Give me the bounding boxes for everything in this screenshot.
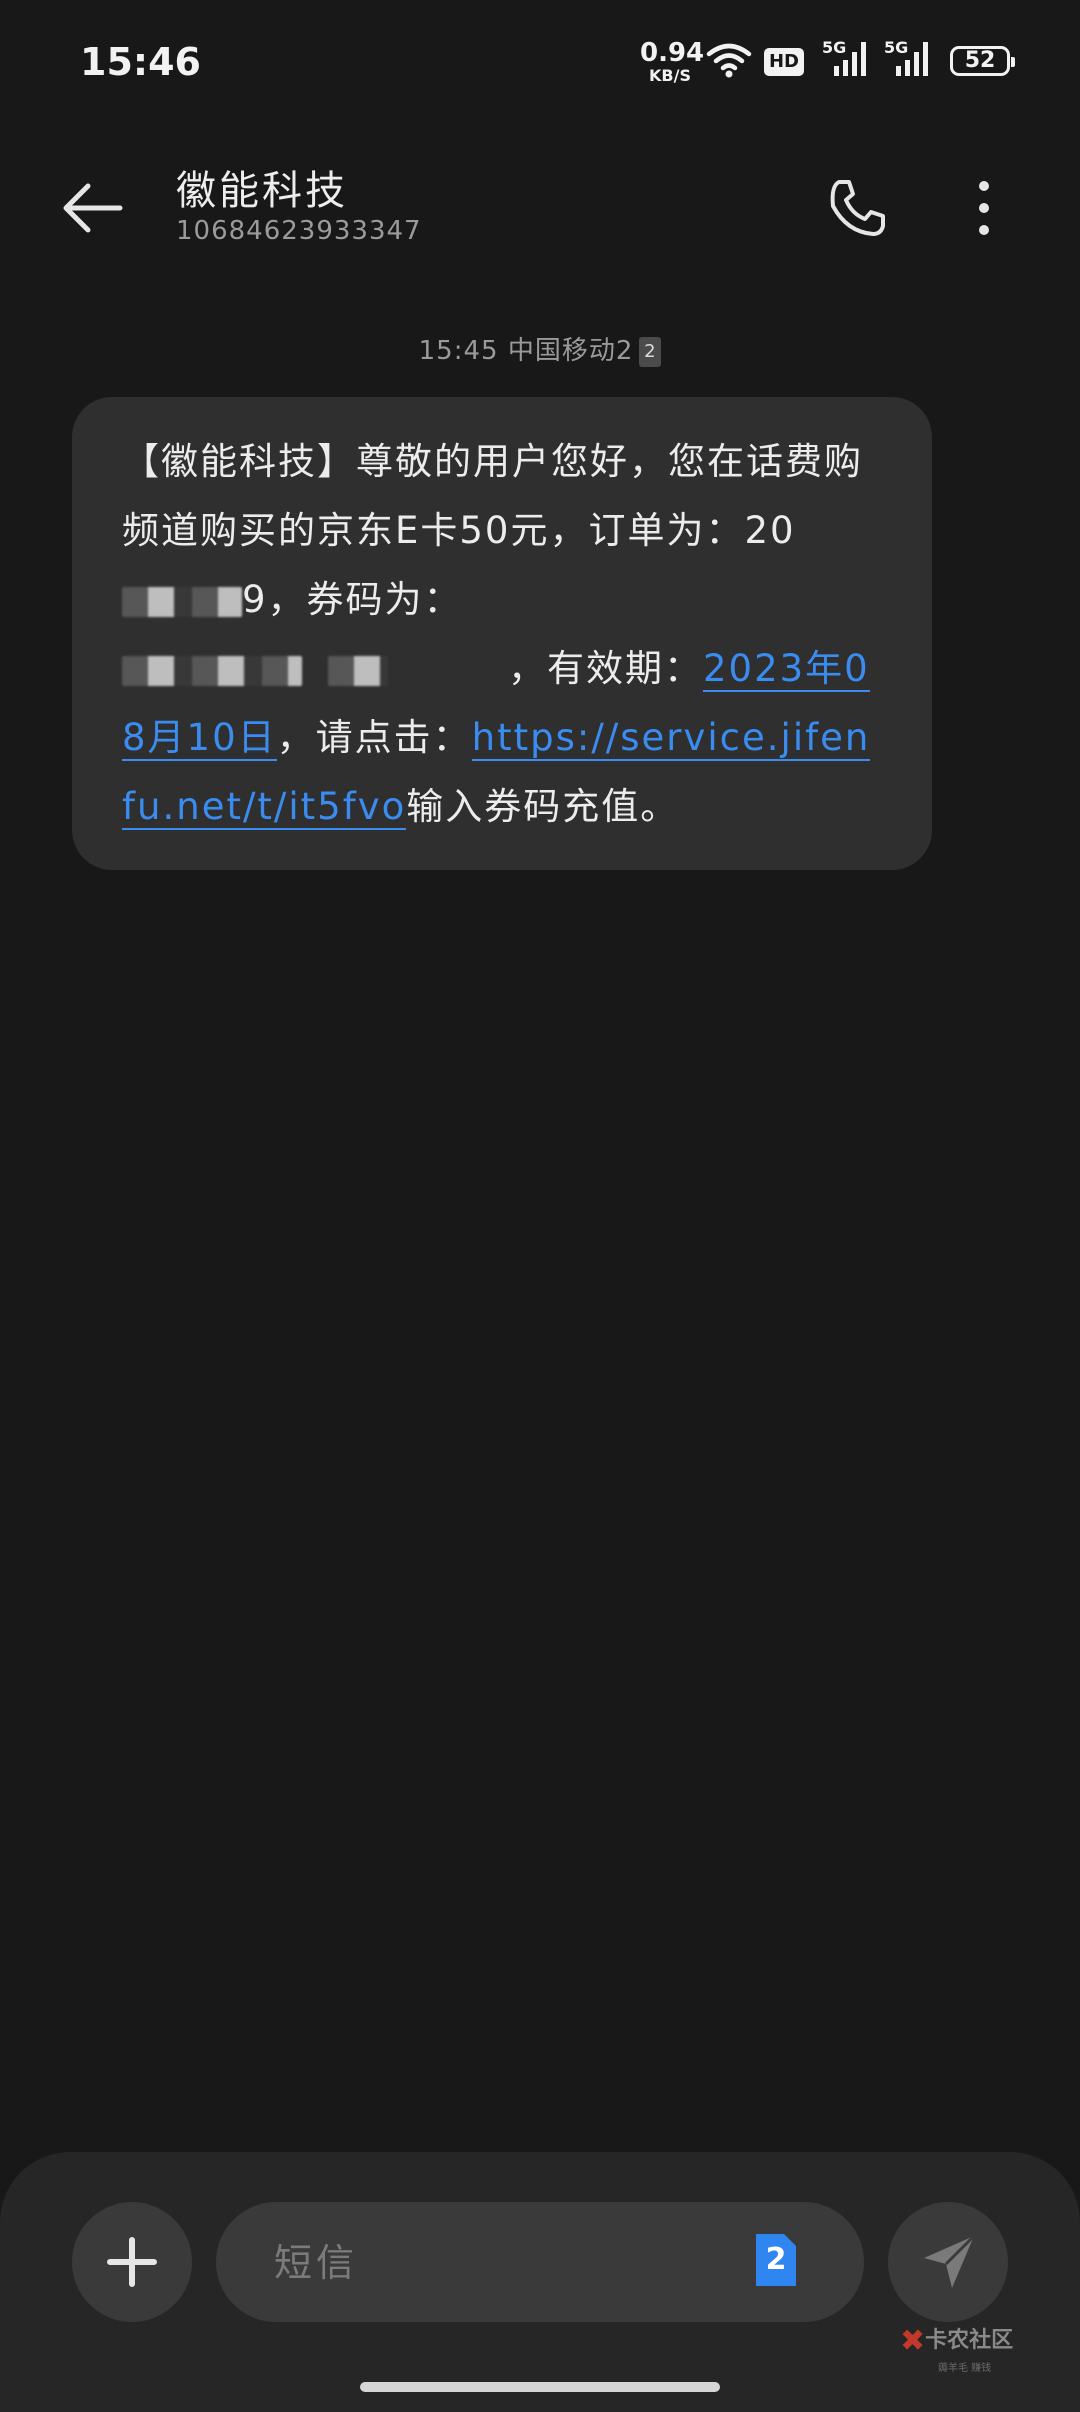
- message-part-2: 9，券码为：: [242, 578, 463, 621]
- watermark-logo-icon: ✖: [900, 2323, 926, 2359]
- network-speed-unit: KB/S: [649, 66, 691, 85]
- hd-icon: HD: [764, 48, 804, 76]
- home-indicator[interactable]: [360, 2382, 720, 2392]
- community-watermark: ✖卡农社区 薅羊毛 赚钱: [900, 2322, 1013, 2374]
- redacted-block: [122, 586, 242, 617]
- redacted-block: [122, 655, 302, 686]
- message-carrier: 中国移动2: [507, 336, 634, 366]
- message-timestamp: 15:45 中国移动2 2: [0, 330, 1080, 367]
- plus-icon: [107, 2237, 157, 2287]
- contact-number: 10684623933347: [176, 216, 422, 246]
- battery-icon: 52: [950, 46, 1015, 76]
- send-icon: [924, 2234, 976, 2288]
- redacted-block: [328, 655, 388, 686]
- status-bar: 15:46 0.94 KB/S HD 5G 5G 52: [0, 0, 1080, 130]
- message-time: 15:45: [418, 336, 499, 366]
- message-bubble[interactable]: 【徽能科技】尊敬的用户您好，您在话费购频道购买的京东E卡50元，订单为：20 9，…: [72, 397, 932, 870]
- message-text: 【徽能科技】尊敬的用户您好，您在话费购频道购买的京东E卡50元，订单为：20 9，…: [122, 427, 880, 841]
- sim-badge: 2: [639, 336, 662, 367]
- network-speed: 0.94 KB/S: [640, 38, 705, 85]
- add-attachment-button[interactable]: [72, 2202, 192, 2322]
- send-button[interactable]: [888, 2202, 1008, 2322]
- sim-select-button[interactable]: 2: [752, 2230, 800, 2290]
- status-time: 15:46: [80, 40, 201, 84]
- network-speed-value: 0.94: [640, 38, 705, 68]
- message-part-3: ，有效期：: [508, 647, 703, 690]
- message-part-1: 【徽能科技】尊敬的用户您好，您在话费购频道购买的京东E卡50元，订单为：20: [122, 440, 863, 552]
- watermark-subtext: 薅羊毛 赚钱: [938, 2362, 992, 2374]
- wifi-icon: [706, 43, 752, 78]
- watermark-text: 卡农社区: [925, 2328, 1014, 2353]
- message-input[interactable]: [272, 2232, 746, 2294]
- phone-icon[interactable]: [825, 176, 889, 240]
- more-vertical-icon[interactable]: [960, 176, 1008, 240]
- message-input-wrapper[interactable]: 2: [216, 2202, 864, 2322]
- conversation-header: 徽能科技 10684623933347: [0, 140, 1080, 280]
- message-part-5: 输入券码充值。: [406, 785, 680, 828]
- contact-name: 徽能科技: [176, 168, 348, 214]
- back-arrow-icon[interactable]: [58, 178, 128, 238]
- sim-select-number: 2: [765, 2242, 787, 2277]
- message-part-4: ，请点击：: [276, 716, 472, 759]
